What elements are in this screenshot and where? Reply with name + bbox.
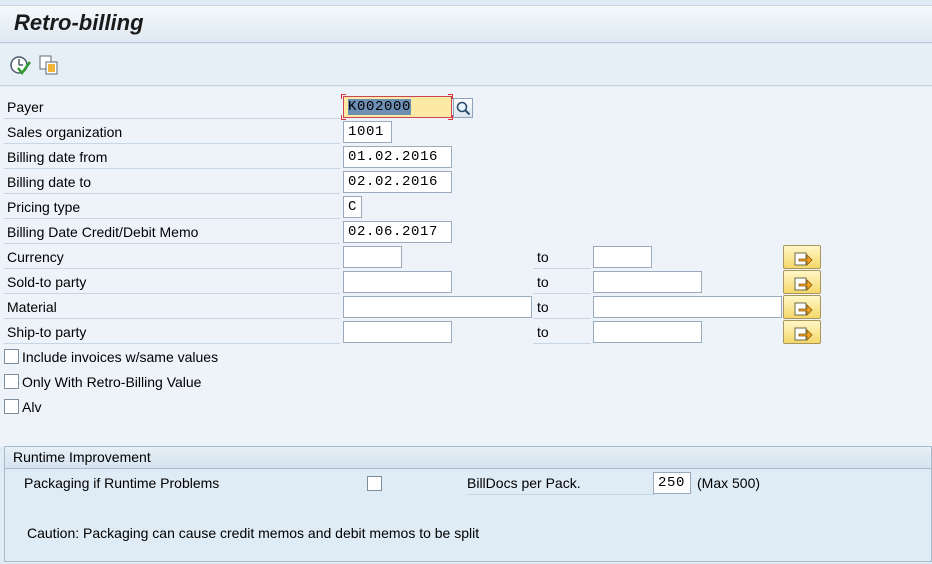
material-to-label: to bbox=[533, 295, 591, 319]
ship-to-party-label: Ship-to party bbox=[4, 320, 340, 344]
pricing-type-input[interactable]: C bbox=[343, 196, 362, 218]
alv-checkbox[interactable] bbox=[4, 399, 19, 414]
material-from-input[interactable] bbox=[343, 296, 532, 318]
sold-to-party-to-input[interactable] bbox=[593, 271, 702, 293]
payer-value: K002000 bbox=[348, 99, 412, 115]
multiple-selection-icon bbox=[794, 277, 813, 291]
sales-org-input[interactable]: 1001 bbox=[343, 121, 392, 143]
search-help-button[interactable] bbox=[453, 98, 473, 118]
packaging-label: Packaging if Runtime Problems bbox=[24, 475, 220, 491]
currency-multiple-selection-button[interactable] bbox=[783, 245, 821, 269]
billdocs-input[interactable]: 250 bbox=[653, 472, 691, 494]
ship-to-party-from-input[interactable] bbox=[343, 321, 452, 343]
sold-to-party-multiple-selection-button[interactable] bbox=[783, 270, 821, 294]
material-to-input[interactable] bbox=[593, 296, 782, 318]
execute-icon[interactable] bbox=[9, 54, 32, 76]
runtime-improvement-group: Runtime Improvement Packaging if Runtime… bbox=[4, 446, 932, 562]
max-hint: (Max 500) bbox=[697, 475, 761, 491]
focus-corner bbox=[341, 94, 346, 99]
currency-label: Currency bbox=[4, 245, 340, 269]
page-title: Retro-billing bbox=[14, 10, 144, 35]
copy-variant-icon[interactable] bbox=[38, 54, 60, 76]
only-retro-billing-label: Only With Retro-Billing Value bbox=[22, 374, 202, 390]
sold-to-party-to-label: to bbox=[533, 270, 591, 294]
billing-credit-debit-label: Billing Date Credit/Debit Memo bbox=[4, 220, 340, 244]
alv-label: Alv bbox=[22, 399, 42, 415]
billing-credit-debit-input[interactable]: 02.06.2017 bbox=[343, 221, 452, 243]
billing-date-from-input[interactable]: 01.02.2016 bbox=[343, 146, 452, 168]
application-toolbar bbox=[0, 44, 932, 86]
include-invoices-checkbox[interactable] bbox=[4, 349, 19, 364]
sold-to-party-label: Sold-to party bbox=[4, 270, 340, 294]
billing-date-to-input[interactable]: 02.02.2016 bbox=[343, 171, 452, 193]
currency-to-input[interactable] bbox=[593, 246, 652, 268]
material-multiple-selection-button[interactable] bbox=[783, 295, 821, 319]
ship-to-party-to-label: to bbox=[533, 320, 591, 344]
multiple-selection-icon bbox=[794, 252, 813, 266]
packaging-checkbox[interactable] bbox=[367, 476, 382, 491]
multiple-selection-icon bbox=[794, 302, 813, 316]
billdocs-label: BillDocs per Pack. bbox=[467, 472, 655, 495]
sold-to-party-from-input[interactable] bbox=[343, 271, 452, 293]
focus-corner bbox=[341, 115, 346, 120]
include-invoices-label: Include invoices w/same values bbox=[22, 349, 219, 365]
sales-org-label: Sales organization bbox=[4, 120, 340, 144]
currency-to-label: to bbox=[533, 245, 591, 269]
ship-to-party-multiple-selection-button[interactable] bbox=[783, 320, 821, 344]
only-retro-billing-checkbox[interactable] bbox=[4, 374, 19, 389]
currency-from-input[interactable] bbox=[343, 246, 402, 268]
pricing-type-label: Pricing type bbox=[4, 195, 340, 219]
search-icon bbox=[456, 101, 471, 116]
material-label: Material bbox=[4, 295, 340, 319]
payer-input[interactable]: K002000 bbox=[343, 96, 452, 118]
caution-text: Caution: Packaging can cause credit memo… bbox=[27, 525, 480, 541]
multiple-selection-icon bbox=[794, 327, 813, 341]
billing-date-to-label: Billing date to bbox=[4, 170, 340, 194]
group-title: Runtime Improvement bbox=[5, 447, 931, 469]
payer-label: Payer bbox=[4, 95, 340, 119]
billing-date-from-label: Billing date from bbox=[4, 145, 340, 169]
ship-to-party-to-input[interactable] bbox=[593, 321, 702, 343]
title-bar: Retro-billing bbox=[0, 5, 932, 43]
